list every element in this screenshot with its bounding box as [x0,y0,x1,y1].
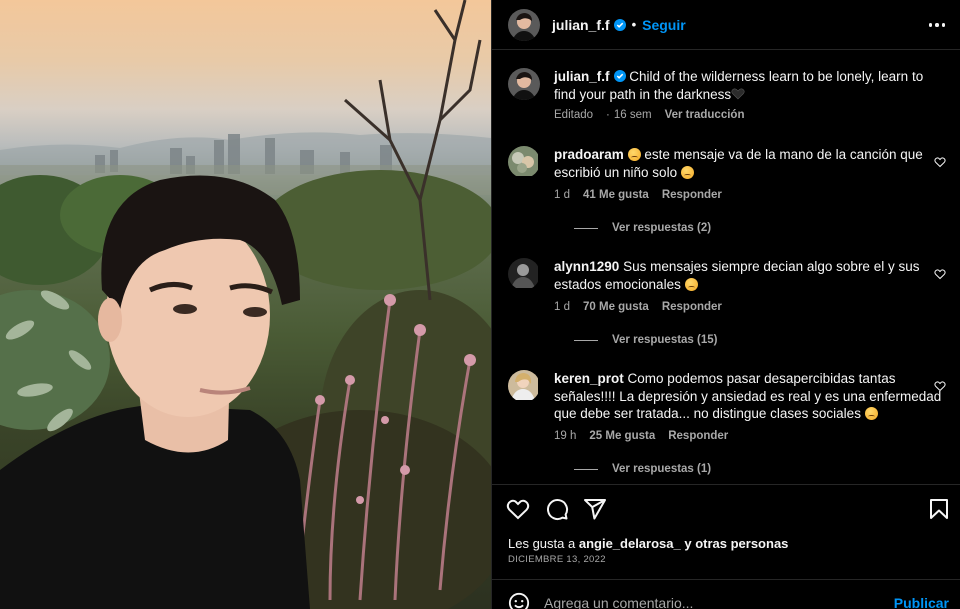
comment-username[interactable]: pradoaram [554,147,624,162]
post-panel: julian_f.f • Seguir julian_f.f Child of … [491,0,960,609]
comment-body: keren_prot Como podemos pasar desapercib… [554,370,944,423]
view-replies-button[interactable]: Ver respuestas (2) [574,222,711,234]
author-avatar[interactable] [508,68,540,100]
caption-username[interactable]: julian_f.f [554,69,610,84]
commenter-avatar[interactable] [508,258,540,290]
view-replies-button[interactable]: Ver respuestas (1) [574,463,711,475]
comment-age: 19 h [554,430,577,442]
selfie-image [0,0,491,609]
commenter-avatar[interactable] [508,370,540,402]
separator-dot: • [631,17,637,32]
heart-icon[interactable] [506,497,530,521]
heart-icon[interactable] [934,380,946,392]
view-replies-button[interactable]: Ver respuestas (15) [574,334,717,346]
publish-button[interactable]: Publicar [894,595,949,609]
follow-button[interactable]: Seguir [642,17,686,33]
comment-username[interactable]: alynn1290 [554,259,619,274]
comment-age: 1 d [554,189,570,201]
bookmark-icon[interactable] [927,497,951,521]
black-heart-icon [731,88,745,99]
comment-meta: 19 h 25 Me gusta Responder [554,430,741,442]
likes-summary: Les gusta a angie_delarosa_ y otras pers… [508,536,788,551]
translate-link[interactable]: Ver traducción [665,109,745,121]
reply-button[interactable]: Responder [662,189,722,201]
sad-face-emoji [684,277,698,291]
comment-text-block: keren_prot Como podemos pasar desapercib… [554,370,944,423]
comment-text-block: alynn1290 Sus mensajes siempre decian al… [554,258,944,293]
commenter-avatar[interactable] [508,146,540,178]
comment-text-block: pradoaram este mensaje va de la mano de … [554,146,944,181]
caption-age: 16 sem [613,109,652,121]
add-comment-bar: Publicar [492,579,960,609]
comment-likes[interactable]: 70 Me gusta [583,301,649,313]
caption-meta: Editado · 16 sem Ver traducción [554,109,745,121]
comments-list[interactable]: julian_f.f Child of the wilderness learn… [492,51,960,483]
caption-text-block: julian_f.f Child of the wilderness learn… [554,68,944,103]
reply-button[interactable]: Responder [668,430,728,442]
post-photo[interactable] [0,0,491,609]
sad-face-emoji [680,165,694,179]
verified-icon [613,70,626,82]
post-header: julian_f.f • Seguir [492,0,960,50]
comment-age: 1 d [554,301,570,313]
comment-username[interactable]: keren_prot [554,371,624,386]
more-options-icon[interactable] [925,13,949,37]
emoji-icon[interactable] [508,592,530,609]
action-bar [492,484,960,530]
sad-face-emoji [627,148,641,161]
comment-body: pradoaram este mensaje va de la mano de … [554,146,944,181]
likes-suffix[interactable]: y otras personas [684,536,788,551]
comment-meta: 1 d 41 Me gusta Responder [554,189,735,201]
verified-icon [613,18,626,31]
author-avatar[interactable] [508,8,540,41]
share-icon[interactable] [583,497,607,521]
comment-body: alynn1290 Sus mensajes siempre decian al… [554,258,944,293]
likes-prefix: Les gusta a [508,536,576,551]
sad-face-emoji [864,407,878,420]
comment-input[interactable] [544,592,874,609]
comment-meta: 1 d 70 Me gusta Responder [554,301,735,313]
author-username[interactable]: julian_f.f [552,17,610,33]
heart-icon[interactable] [934,268,946,280]
comment-likes[interactable]: 25 Me gusta [589,430,655,442]
caption-body: julian_f.f Child of the wilderness learn… [554,68,944,103]
post-date: DICIEMBRE 13, 2022 [508,554,606,565]
edited-label: Editado [554,109,594,121]
comment-likes[interactable]: 41 Me gusta [583,189,649,201]
heart-icon[interactable] [934,156,946,168]
liker-username[interactable]: angie_delarosa_ [579,536,681,551]
reply-button[interactable]: Responder [662,301,722,313]
comment-icon[interactable] [545,497,569,521]
